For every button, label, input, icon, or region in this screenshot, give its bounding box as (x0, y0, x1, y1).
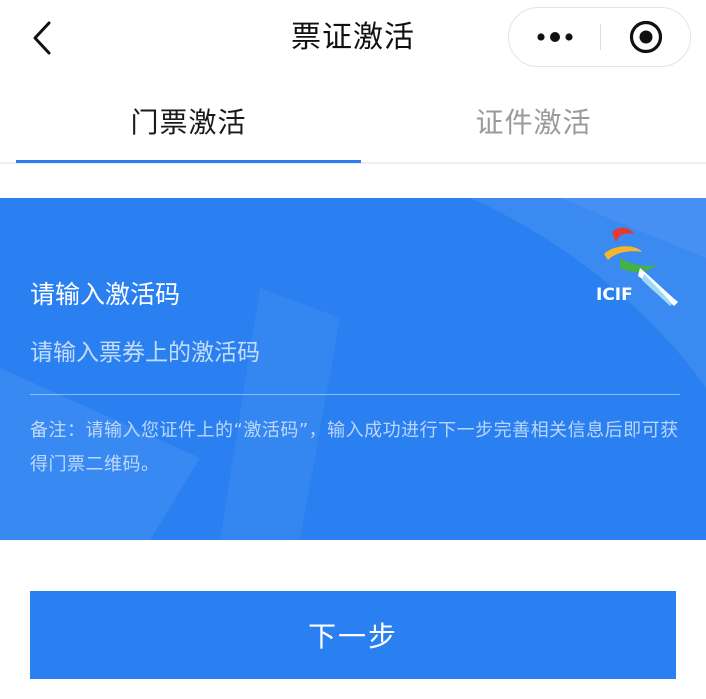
close-button[interactable] (601, 8, 691, 66)
tab-bar: 门票激活 证件激活 (0, 80, 706, 164)
active-tab-indicator (16, 160, 361, 163)
icif-logo: ICIF (596, 227, 678, 306)
activation-panel: ICIF 请输入激活码 备注：请输入您证件上的“激活码”，输入成功进行下一步完善… (0, 198, 706, 540)
mini-program-capsule (508, 7, 691, 67)
input-underline (30, 394, 680, 395)
activation-code-label: 请输入激活码 (30, 280, 181, 309)
activation-note: 备注：请输入您证件上的“激活码”，输入成功进行下一步完善相关信息后即可获得门票二… (30, 420, 679, 475)
target-circle-icon (629, 20, 663, 54)
tab-ticket-activation[interactable]: 门票激活 (16, 80, 361, 162)
logo-text: ICIF (596, 285, 633, 305)
activation-code-input[interactable] (30, 332, 680, 374)
tab-certificate-activation[interactable]: 证件激活 (361, 80, 706, 162)
more-button[interactable] (509, 8, 600, 66)
next-step-button[interactable]: 下一步 (30, 591, 676, 679)
navigation-bar: 票证激活 (0, 0, 706, 80)
more-dots-icon (536, 32, 573, 42)
